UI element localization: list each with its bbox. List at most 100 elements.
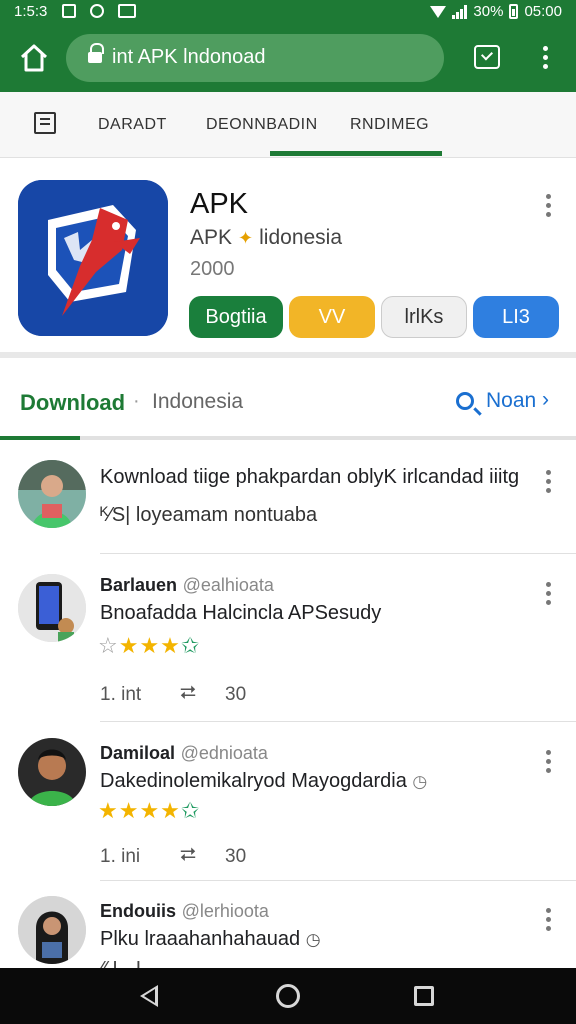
retweet-icon[interactable]: ⮂ (180, 844, 196, 867)
post-author[interactable]: Barlauen (100, 575, 177, 595)
avatar[interactable] (18, 574, 86, 642)
home-icon (20, 44, 48, 72)
address-bar[interactable]: int APK lndonoad (66, 34, 444, 82)
app-menu-icon[interactable] (546, 194, 552, 221)
avatar-image-icon (18, 896, 86, 964)
post-text: Dakedinolemikalryod Mayogdardia ◷ (100, 770, 427, 793)
post-menu-icon[interactable] (546, 750, 552, 777)
app-subtitle-right: lidonesia (259, 226, 343, 249)
post-text: Plku lraaahanhahauad ◷ (100, 928, 321, 951)
post-text-line2: ᴷ⁄S| loyeamam nontuaba (100, 504, 318, 526)
pill-button-3[interactable]: lrlKs (381, 296, 467, 338)
pill-label: VV (318, 305, 346, 328)
divider (100, 553, 576, 554)
recents-icon[interactable] (414, 986, 434, 1006)
notification-square-icon (62, 4, 76, 18)
rating-stars: ☆★★★✩ (98, 633, 201, 658)
post-handle: @lerhioota (181, 901, 269, 921)
separator: · (133, 390, 140, 412)
app-logo-icon (18, 180, 168, 336)
active-tab-indicator (270, 151, 442, 156)
section-divider (0, 436, 576, 440)
post-author[interactable]: Damiloal (100, 743, 175, 763)
post-handle: @ealhioata (182, 575, 274, 595)
chevron-right-icon[interactable]: › (542, 388, 549, 412)
list-item[interactable]: Endouiis @lerhioota Plku lraaahanhahauad… (0, 882, 576, 968)
tab-deonnbadin[interactable]: DEONNBADIN (206, 116, 318, 134)
tab-rndimeg[interactable]: RNDIMEG (350, 116, 429, 134)
tabs-button[interactable] (474, 45, 500, 69)
notification-circle-icon (90, 4, 104, 18)
pill-button-4[interactable]: LI3 (473, 296, 559, 338)
avatar-image-icon (18, 738, 86, 806)
download-header: Download · Indonesia Noan › (0, 364, 576, 442)
rating-stars: ★★★★✩ (98, 798, 201, 823)
back-icon[interactable] (140, 985, 158, 1007)
status-bar: 1:5:3 30% 05:00 (0, 0, 576, 24)
download-tab[interactable]: Download (20, 390, 125, 416)
retweet-icon[interactable]: ⮂ (180, 682, 196, 705)
status-time: 1:5:3 (14, 3, 48, 20)
download-tab-indicator (0, 436, 80, 440)
home-circle-icon[interactable] (276, 984, 300, 1008)
signal-icon (452, 4, 468, 19)
post-menu-icon[interactable] (546, 908, 552, 935)
pill-label: LI3 (502, 305, 530, 328)
post-text-line1: Kownload tiige phakpardan oblyK irlcanda… (100, 466, 520, 488)
tab-daradt[interactable]: DARADT (98, 116, 167, 134)
app-subtitle: APK ✦ lidonesia (190, 226, 342, 250)
retweet-count: 30 (225, 684, 247, 705)
post-menu-icon[interactable] (546, 470, 552, 497)
app-icon[interactable] (18, 180, 168, 336)
battery-icon (509, 4, 519, 19)
post-menu-icon[interactable] (546, 582, 552, 609)
avatar-image-icon (18, 460, 86, 528)
wifi-icon (430, 5, 447, 18)
post-header: Barlauen @ealhioata (100, 574, 274, 597)
retweet-count: 30 (225, 846, 247, 867)
list-item[interactable]: Damiloal @ednioata Dakedinolemikalryod M… (0, 724, 576, 880)
post-author[interactable]: Endouiis (100, 901, 176, 921)
avatar[interactable] (18, 896, 86, 964)
avatar-image-icon (18, 574, 86, 642)
pill-label: lrlKs (404, 305, 444, 328)
address-text: int APK lndonoad (112, 46, 266, 68)
avatar[interactable] (18, 460, 86, 528)
pill-button-2[interactable]: VV (289, 296, 375, 338)
list-icon[interactable] (34, 112, 56, 134)
divider (100, 721, 576, 722)
post-text-body: Plku lraaahanhahauad (100, 928, 301, 950)
list-item[interactable]: Kownload tiige phakpardan oblyK irlcanda… (0, 442, 576, 554)
diamond-icon: ✦ (238, 227, 254, 248)
pill-button-1[interactable]: Bogtiia (189, 296, 283, 338)
pill-label: Bogtiia (205, 305, 267, 328)
post-text-line2: ⁄⁄ I · I · (100, 958, 153, 968)
divider (100, 880, 576, 881)
post-header: Endouiis @lerhioota (100, 900, 269, 923)
app-subtitle-left: APK (190, 226, 233, 249)
home-button[interactable] (16, 40, 52, 76)
like-count[interactable]: 1. ini (100, 846, 140, 868)
search-icon[interactable] (456, 392, 474, 410)
post-text: Bnoafadda Halcincla APSesudy (100, 602, 382, 624)
status-clock: 05:00 (524, 3, 562, 20)
post-text-body: Dakedinolemikalryod Mayogdardia (100, 770, 407, 792)
app-title: APK (190, 188, 249, 220)
avatar[interactable] (18, 738, 86, 806)
browser-menu-icon[interactable] (543, 46, 549, 73)
clock-icon: ◷ (305, 930, 321, 949)
lock-icon (88, 43, 104, 65)
category-tabs: DARADT DEONNBADIN RNDIMEG (0, 92, 576, 158)
app-year: 2000 (190, 258, 235, 280)
list-item[interactable]: Barlauen @ealhioata Bnoafadda Halcincla … (0, 556, 576, 722)
clock-icon: ◷ (412, 772, 428, 791)
system-nav-bar (0, 968, 576, 1024)
more-link[interactable]: Noan (486, 389, 536, 413)
like-count[interactable]: 1. int (100, 684, 141, 706)
app-card: APK APK ✦ lidonesia 2000 Bogtiia VV lrlK… (0, 160, 576, 358)
download-subtitle: Indonesia (152, 390, 244, 413)
post-handle: @ednioata (180, 743, 268, 763)
image-icon (118, 4, 136, 18)
browser-top-bar: 1:5:3 30% 05:00 int APK lndonoad (0, 0, 576, 92)
battery-percent: 30% (473, 3, 504, 20)
